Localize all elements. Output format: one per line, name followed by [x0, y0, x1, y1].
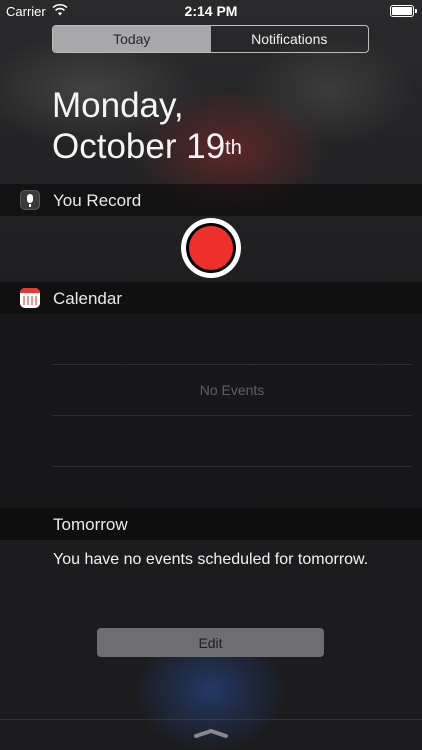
widget-header-calendar[interactable]: Calendar: [0, 282, 422, 314]
battery-icon: [390, 5, 417, 17]
date-heading: Monday, October 19th: [52, 85, 242, 167]
view-switcher: Today Notifications: [52, 25, 369, 53]
divider: [52, 415, 412, 416]
calendar-icon: [20, 288, 40, 308]
record-button[interactable]: [181, 218, 241, 278]
microphone-icon: [20, 190, 40, 210]
record-dot-icon: [189, 226, 233, 270]
calendar-body: [0, 314, 422, 508]
date-month-day: October 19th: [52, 126, 242, 167]
widget-title-recorder: You Record: [53, 191, 142, 210]
edit-button[interactable]: Edit: [97, 628, 324, 657]
chevron-up-handle-icon[interactable]: [193, 726, 229, 738]
date-weekday: Monday,: [52, 86, 184, 125]
widget-header-recorder[interactable]: You Record: [0, 184, 422, 216]
divider: [52, 364, 412, 365]
status-bar: Carrier 2:14 PM: [0, 0, 422, 22]
date-month-day-text: October 19: [52, 127, 226, 166]
date-ordinal-suffix: th: [225, 137, 242, 159]
tab-notifications[interactable]: Notifications: [211, 26, 369, 52]
divider: [52, 466, 412, 467]
divider: [0, 719, 422, 720]
no-events-label: No Events: [199, 382, 265, 398]
tomorrow-title: Tomorrow: [53, 515, 128, 534]
tomorrow-message: You have no events scheduled for tomorro…: [53, 551, 369, 568]
clock: 2:14 PM: [184, 3, 238, 19]
tomorrow-header: Tomorrow: [0, 508, 422, 540]
widget-title-calendar: Calendar: [53, 289, 122, 308]
tab-today[interactable]: Today: [53, 26, 211, 52]
